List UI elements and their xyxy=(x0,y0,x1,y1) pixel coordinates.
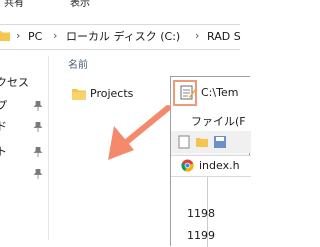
column-header-name[interactable]: 名前 xyxy=(68,56,88,71)
chevron-right-icon[interactable]: › xyxy=(195,29,199,42)
save-icon[interactable] xyxy=(213,135,227,149)
chrome-icon xyxy=(181,159,194,172)
address-row: › PC › ローカル ディスク (C:) › RAD S xyxy=(0,14,241,56)
menu-item-file[interactable]: ファイル(F xyxy=(191,113,246,129)
line-number: 1199 xyxy=(187,229,215,242)
file-name: Projects xyxy=(90,87,134,100)
pin-icon xyxy=(33,122,43,132)
open-folder-icon[interactable] xyxy=(195,135,209,149)
ribbon-tabs: 共有 表示 xyxy=(0,0,240,14)
breadcrumb-rad[interactable]: RAD S xyxy=(207,30,241,44)
editor-area[interactable]: 1198 1199 xyxy=(171,177,251,247)
folder-icon xyxy=(72,89,86,100)
breadcrumb-pc[interactable]: PC xyxy=(28,30,42,44)
chevron-right-icon[interactable]: › xyxy=(53,29,57,42)
nav-item-label: ド xyxy=(0,120,7,133)
nav-item-pictures[interactable] xyxy=(0,164,48,184)
ribbon-tab-share[interactable]: 共有 xyxy=(4,0,24,10)
pin-icon xyxy=(33,169,43,179)
breadcrumb-local-disk[interactable]: ローカル ディスク (C:) xyxy=(66,30,180,44)
menu-bar: ファイル(F xyxy=(171,109,251,132)
chevron-right-icon: › xyxy=(16,29,21,42)
nav-item-downloads[interactable]: ド xyxy=(0,117,48,137)
nav-item-documents[interactable]: ト xyxy=(0,142,48,162)
nav-item-label: ト xyxy=(0,145,7,158)
new-file-icon[interactable] xyxy=(177,135,191,149)
tab-label: index.h xyxy=(199,159,240,172)
pin-icon xyxy=(33,101,43,111)
navigation-pane: クセス プ ド ト xyxy=(0,56,49,240)
folder-icon xyxy=(0,31,10,41)
nav-item-label: プ xyxy=(0,99,7,112)
nav-item-label: クセス xyxy=(0,76,29,89)
tab-index-html[interactable]: index.h xyxy=(171,155,251,177)
ribbon-tab-view[interactable]: 表示 xyxy=(70,0,90,10)
nav-item-desktop[interactable]: プ xyxy=(0,96,48,116)
address-bar[interactable]: › PC › ローカル ディスク (C:) › RAD S xyxy=(0,24,241,50)
nav-item-quick-access[interactable]: クセス xyxy=(0,73,48,93)
pin-icon xyxy=(33,147,43,157)
line-number: 1198 xyxy=(187,207,215,220)
line-number-gutter: 1198 1199 xyxy=(177,177,215,247)
window-title: C:\Tem xyxy=(201,86,239,99)
highlight-box xyxy=(173,80,197,106)
toolbar xyxy=(171,131,251,153)
